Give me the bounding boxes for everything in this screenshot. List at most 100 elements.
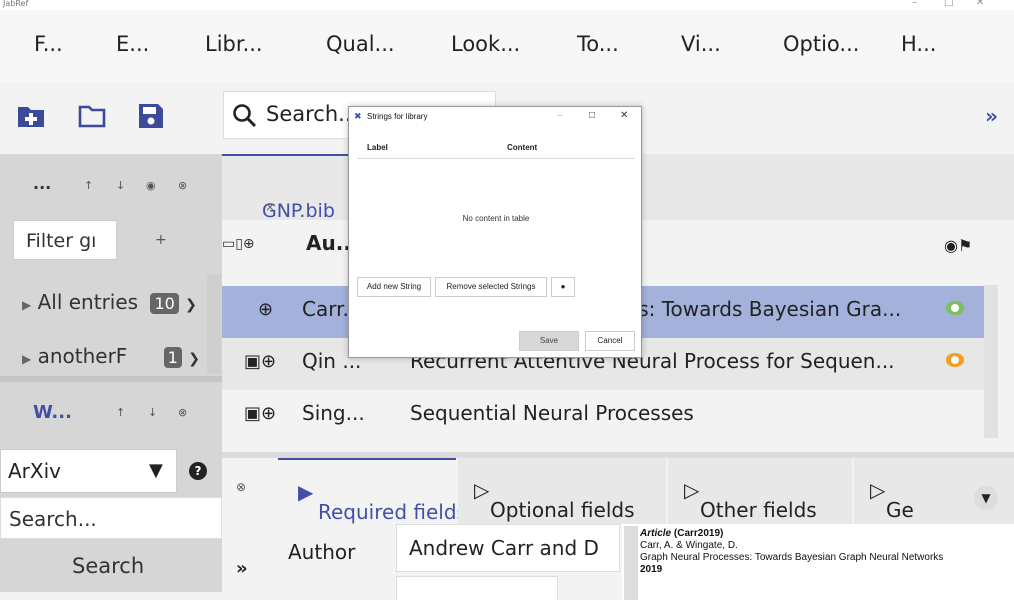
group-count-badge: 1 bbox=[163, 347, 182, 368]
author-field-input[interactable]: Andrew Carr and D bbox=[396, 524, 620, 572]
preview-scrollbar[interactable] bbox=[624, 526, 638, 600]
read-status-icon[interactable] bbox=[946, 353, 964, 367]
tab-label: ▷ Optional fields bbox=[474, 478, 635, 522]
save-button[interactable]: Save bbox=[519, 331, 579, 351]
header-icons[interactable]: ▭▯⊕ bbox=[222, 236, 255, 252]
library-tab[interactable]: GNP.bib × bbox=[222, 154, 350, 222]
web-search-button[interactable]: Search bbox=[0, 542, 222, 592]
save-library-icon[interactable] bbox=[136, 101, 166, 131]
search-icon bbox=[233, 104, 257, 128]
header-readstatus-icons[interactable]: ◉⚑ bbox=[944, 236, 972, 255]
table-row[interactable]: ▣⊕ Sing... Sequential Neural Processes bbox=[222, 390, 984, 442]
remove-strings-button[interactable]: Remove selected Strings bbox=[435, 277, 547, 297]
menu-lookup[interactable]: Look... bbox=[451, 32, 520, 56]
menu-file[interactable]: F... bbox=[34, 32, 63, 56]
tab-other-fields[interactable]: ▷ Other fields bbox=[668, 458, 852, 524]
group-anotherf[interactable]: ▶ anotherF 1 ❯ bbox=[22, 344, 200, 368]
empty-table-message: No content in table bbox=[462, 214, 530, 223]
group-all-entries[interactable]: ▶ All entries 10 ❯ bbox=[22, 290, 197, 314]
entry-preview: Article (Carr2019) Carr, A. & Wingate, D… bbox=[622, 524, 1014, 600]
move-up-icon[interactable]: ↑ bbox=[116, 406, 125, 419]
fetcher-select[interactable]: ArXiv ▼ bbox=[0, 449, 177, 493]
preview-title: Graph Neural Processes: Towards Bayesian… bbox=[640, 552, 944, 563]
jabref-logo-icon: ✖ bbox=[354, 111, 362, 121]
fetcher-value: ArXiv bbox=[8, 459, 61, 483]
preview-authors: Carr, A. & Wingate, D. bbox=[640, 540, 738, 551]
tab-required-fields[interactable]: ▶ Required fields bbox=[278, 458, 467, 524]
pdf-www-icon: ▣⊕ bbox=[244, 351, 277, 372]
www-icon: ⊕ bbox=[258, 299, 274, 320]
move-down-icon[interactable]: ↓ bbox=[148, 406, 157, 419]
search-placeholder: Search... bbox=[266, 102, 359, 126]
web-search-pane: W... ↑ ↓ ⊗ ArXiv ▼ ? Search... Search bbox=[0, 376, 222, 592]
filter-groups-input[interactable]: Filter gı bbox=[13, 220, 117, 260]
table-scrollbar[interactable] bbox=[984, 285, 998, 438]
dialog-maximize-button[interactable]: □ bbox=[589, 110, 595, 121]
toolbar-overflow-button[interactable]: » bbox=[985, 104, 998, 128]
tab-optional-fields[interactable]: ▷ Optional fields bbox=[458, 458, 666, 524]
web-search-button-label: Search bbox=[72, 554, 145, 578]
menu-options[interactable]: Optio... bbox=[783, 32, 859, 56]
close-editor-icon[interactable]: ⊗ bbox=[236, 480, 246, 494]
dialog-minimize-button[interactable]: – bbox=[557, 110, 563, 121]
expand-arrow-icon: ▶ bbox=[22, 352, 32, 366]
close-pane-icon[interactable]: ⊗ bbox=[178, 406, 187, 419]
tab-label: ▷ Ge bbox=[870, 478, 914, 522]
add-string-button[interactable]: Add new String bbox=[357, 277, 431, 297]
close-window-button[interactable]: ✕ bbox=[976, 0, 984, 8]
new-library-icon[interactable] bbox=[16, 101, 46, 131]
row-title: Sequential Neural Processes bbox=[410, 401, 694, 425]
menu-bar: F... E... Libr... Qual... Look... To... … bbox=[0, 10, 1014, 82]
help-icon[interactable]: ? bbox=[189, 462, 207, 480]
move-down-icon[interactable]: ↓ bbox=[116, 179, 125, 192]
tab-label: ▷ Other fields bbox=[684, 478, 817, 522]
minimize-button[interactable]: – bbox=[912, 0, 917, 8]
chevron-down-icon[interactable]: ❯ bbox=[185, 297, 197, 313]
header-author[interactable]: Au.. bbox=[306, 231, 351, 255]
group-label: All entries bbox=[37, 290, 139, 314]
help-icon: ● bbox=[560, 282, 566, 291]
open-library-icon[interactable] bbox=[77, 101, 107, 131]
read-status-icon[interactable] bbox=[946, 301, 964, 315]
add-group-button[interactable]: + bbox=[155, 232, 167, 248]
strings-dialog: ✖ Strings for library – □ ✕ Label Conten… bbox=[348, 106, 642, 358]
groups-scrollbar[interactable] bbox=[207, 274, 221, 374]
expand-editor-button[interactable]: » bbox=[236, 558, 248, 579]
side-pane: ... ↑ ↓ ◉ ⊗ Filter gı + ▶ All entries 10… bbox=[0, 154, 222, 592]
column-label[interactable]: Label bbox=[367, 143, 388, 152]
dialog-close-button[interactable]: ✕ bbox=[620, 110, 628, 121]
column-content[interactable]: Content bbox=[507, 143, 537, 152]
menu-help[interactable]: H... bbox=[901, 32, 936, 56]
menu-view[interactable]: Vi... bbox=[681, 32, 721, 56]
tabs-dropdown-icon[interactable]: ▼ bbox=[974, 486, 998, 510]
hide-pane-icon[interactable]: ◉ bbox=[146, 179, 156, 192]
web-search-input[interactable]: Search... bbox=[0, 497, 222, 539]
group-count-badge: 10 bbox=[150, 293, 179, 314]
author-field-value: Andrew Carr and D bbox=[409, 536, 599, 560]
web-search-title: W... bbox=[33, 402, 72, 423]
chevron-down-icon[interactable]: ❯ bbox=[188, 351, 200, 367]
tab-label: ▶ Required fields bbox=[298, 480, 467, 524]
author-field-label: Author bbox=[288, 540, 356, 564]
filter-groups-placeholder: Filter gı bbox=[26, 230, 97, 252]
move-up-icon[interactable]: ↑ bbox=[84, 179, 93, 192]
menu-edit[interactable]: E... bbox=[116, 32, 149, 56]
close-tab-icon[interactable]: × bbox=[265, 200, 275, 214]
second-field-input[interactable] bbox=[396, 576, 558, 600]
help-button[interactable]: ● bbox=[551, 277, 575, 297]
groups-pane-title: ... bbox=[33, 174, 52, 193]
maximize-button[interactable]: □ bbox=[944, 0, 953, 8]
title-bar: JabRef – □ ✕ bbox=[0, 0, 1014, 10]
row-author: Sing... bbox=[302, 401, 365, 425]
menu-tools[interactable]: To... bbox=[577, 32, 619, 56]
entry-editor: ⊗ ▶ Required fields ▷ Optional fields ▷ … bbox=[222, 452, 1014, 600]
jabref-window: JabRef – □ ✕ F... E... Libr... Qual... L… bbox=[0, 0, 1014, 600]
window-title: JabRef bbox=[3, 0, 29, 8]
cancel-button[interactable]: Cancel bbox=[585, 331, 635, 351]
web-search-placeholder: Search... bbox=[9, 507, 97, 531]
preview-year: 2019 bbox=[640, 564, 663, 575]
dialog-title: Strings for library bbox=[367, 112, 428, 121]
close-pane-icon[interactable]: ⊗ bbox=[178, 179, 187, 192]
menu-library[interactable]: Libr... bbox=[205, 32, 263, 56]
menu-quality[interactable]: Qual... bbox=[326, 32, 395, 56]
